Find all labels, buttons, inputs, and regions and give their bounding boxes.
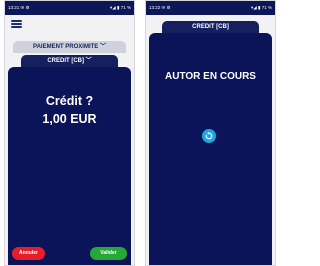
tab-paiement-proximite[interactable]: PAIEMENT PROXIMITE ﹀ [13, 41, 126, 53]
status-time: 13:21 ✉ ⚙ [8, 5, 30, 10]
credit-panel: Crédit ? 1,00 EUR Annuler Valider [8, 67, 131, 265]
status-bar: 13:21 ✉ ⚙ ▾◢ ▮ 71 % [5, 1, 134, 15]
authorization-panel: AUTOR EN COURS [149, 33, 272, 265]
tab-credit-cb: CREDIT [CB] [162, 21, 259, 33]
hamburger-icon[interactable] [11, 20, 22, 28]
authorization-status: AUTOR EN COURS [165, 71, 256, 82]
validate-button[interactable]: Valider [90, 247, 127, 260]
status-battery: ▾◢ ▮ 71 % [251, 5, 272, 10]
loading-spinner-icon [202, 129, 216, 143]
tab-credit-cb[interactable]: CREDIT [CB] ﹀ [21, 55, 118, 67]
credit-prompt: Crédit ? [45, 94, 94, 108]
screen-authorization: 13:22 ✉ ⚙ ▾◢ ▮ 71 % CREDIT [CB] AUTOR EN… [145, 0, 276, 266]
credit-amount: 1,00 EUR [42, 112, 97, 126]
status-bar: 13:22 ✉ ⚙ ▾◢ ▮ 71 % [146, 1, 275, 15]
cancel-button[interactable]: Annuler [12, 247, 45, 260]
screen-credit-entry: 13:21 ✉ ⚙ ▾◢ ▮ 71 % PAIEMENT PROXIMITE ﹀… [4, 0, 135, 266]
status-time: 13:22 ✉ ⚙ [149, 5, 171, 10]
status-battery: ▾◢ ▮ 71 % [110, 5, 131, 10]
